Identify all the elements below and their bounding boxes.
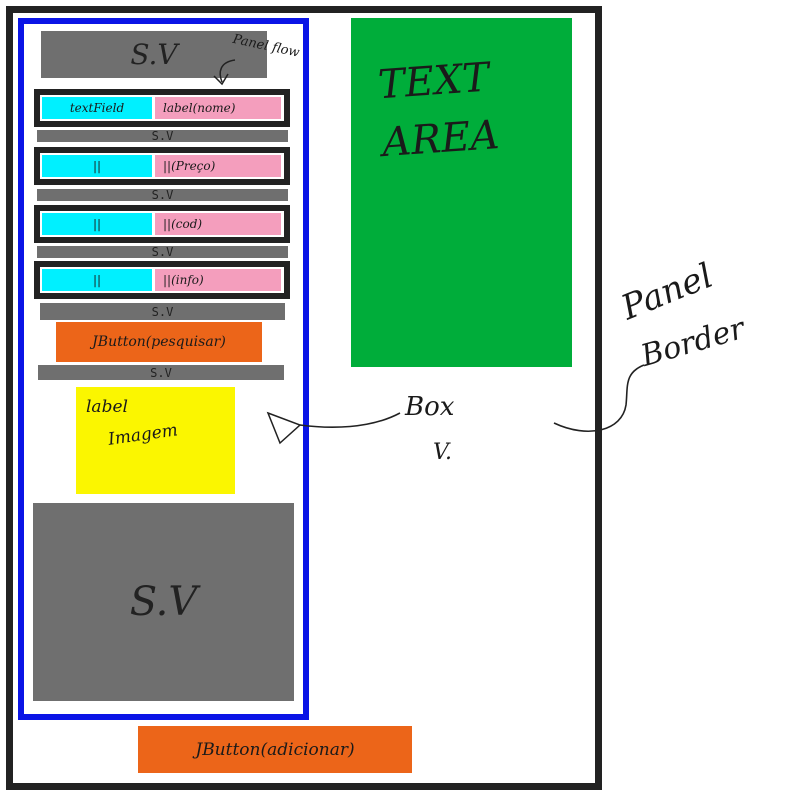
strut-3-label: S.V: [151, 245, 174, 259]
box-v-note-line1: Box: [405, 392, 455, 422]
label-1: label(nome): [155, 97, 281, 119]
label-2: ||(Preço): [155, 155, 281, 177]
panel-border-arrow: [553, 364, 645, 432]
adicionar-button[interactable]: JButton(adicionar): [138, 726, 412, 773]
text-area-label: TEXT AREA: [376, 54, 501, 167]
label-4: ||(info): [155, 269, 281, 291]
strut-5-label: S.V: [150, 365, 172, 380]
text-field-4[interactable]: ||: [42, 269, 152, 291]
label-imagem-line2: Imagem: [106, 420, 180, 450]
field-row-3: || ||(cod): [34, 205, 290, 243]
top-strut-label: S.V: [130, 38, 178, 71]
label-imagem: label Imagem: [76, 387, 235, 494]
strut-4-label: S.V: [151, 304, 174, 319]
pesquisar-button[interactable]: JButton(pesquisar): [56, 322, 262, 362]
panel-border-note-line1: Panel: [615, 255, 719, 329]
field-row-1: textField label(nome): [34, 89, 290, 127]
strut-3: S.V: [37, 245, 288, 259]
panel-flow-arrow: [213, 59, 236, 86]
label-3: ||(cod): [155, 213, 281, 235]
strut-2: S.V: [37, 188, 288, 202]
bottom-strut: S.V: [33, 503, 294, 701]
strut-2-label: S.V: [151, 188, 174, 202]
strut-1: S.V: [37, 129, 288, 143]
box-v-note-line2: V.: [433, 440, 453, 465]
text-field-3[interactable]: ||: [42, 213, 152, 235]
strut-5: S.V: [38, 365, 284, 380]
field-row-2: || ||(Preço): [34, 147, 290, 185]
strut-1-label: S.V: [151, 129, 174, 143]
text-field-2[interactable]: ||: [42, 155, 152, 177]
strut-4: S.V: [40, 303, 285, 320]
field-row-4: || ||(info): [34, 261, 290, 299]
bottom-strut-label: S.V: [129, 579, 198, 625]
box-v-arrow: [266, 411, 401, 445]
label-imagem-line1: label: [86, 397, 128, 417]
text-field-1[interactable]: textField: [42, 97, 152, 119]
